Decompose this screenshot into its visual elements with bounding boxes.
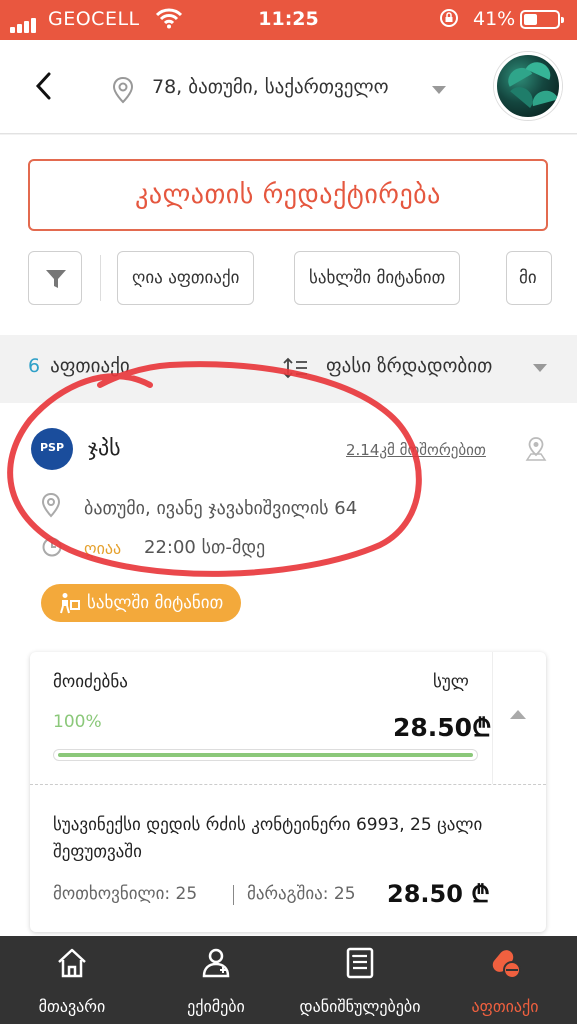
pharmacy-address: ბათუმი, ივანე ჯავახიშვილის 64	[84, 498, 358, 519]
availability-progress-fill	[58, 753, 473, 757]
edit-cart-button[interactable]: კალათის რედაქტირება	[28, 159, 548, 231]
location-pin-icon	[112, 76, 134, 108]
product-price: 28.50 ₾	[387, 880, 490, 908]
funnel-icon	[46, 270, 66, 288]
sort-bar: 6 აფთიაქი ფასი ზრდადობით	[0, 335, 577, 403]
product-name: სუავინექსი დედის რძის კონტეინერი 6993, 2…	[53, 815, 483, 862]
dashed-divider	[30, 784, 546, 785]
avatar[interactable]	[494, 52, 562, 120]
clock-icon	[41, 536, 63, 562]
location-selector[interactable]: 78, ბათუმი, საქართველო	[152, 76, 389, 98]
tab-home-label: მთავარი	[38, 997, 106, 1016]
prescription-icon	[343, 946, 377, 984]
location-dropdown-icon[interactable]	[432, 86, 446, 94]
rotation-lock-icon	[438, 7, 460, 34]
pharmacy-distance[interactable]: 2.14კმ მოშორებით	[346, 441, 486, 459]
filter-button[interactable]	[28, 251, 82, 305]
opening-hours: 22:00 სთ-მდე	[144, 537, 266, 558]
back-arrow-icon[interactable]	[30, 68, 56, 108]
pharmacy-logo: PSP	[31, 428, 73, 470]
bottom-tab-bar: მთავარი ექიმები დანიშნულებები აფთიაქი	[0, 936, 577, 1024]
doctor-icon	[199, 946, 233, 984]
battery-icon	[520, 10, 564, 29]
pharmacy-name: ჯპს	[88, 436, 121, 461]
requested-quantity: მოთხოვნილი: 25	[53, 884, 198, 904]
filter-divider	[100, 255, 101, 301]
filter-chip-more[interactable]: მი	[506, 251, 552, 305]
order-divider	[492, 652, 493, 784]
tab-prescriptions-label: დანიშნულებები	[299, 997, 421, 1016]
top-header: 78, ბათუმი, საქართველო	[0, 40, 577, 134]
battery-percent: 41%	[473, 8, 516, 30]
sort-icon[interactable]	[283, 357, 309, 383]
pharmacy-count-number: 6	[28, 355, 41, 377]
home-delivery-badge: სახლში მიტანით	[41, 584, 242, 622]
courier-icon	[60, 593, 80, 614]
order-total: 28.50₾	[393, 713, 492, 742]
tab-pharmacy-label: აფთიაქი	[471, 997, 539, 1016]
quantity-divider	[233, 885, 234, 905]
sort-dropdown-icon[interactable]	[533, 364, 547, 372]
home-icon	[55, 946, 89, 984]
availability-label: მოიძებნა	[53, 672, 128, 692]
cart-edit-section: კალათის რედაქტირება ღია აფთიაქი სახლში მ…	[0, 135, 577, 335]
collapse-chevron-icon[interactable]	[510, 710, 526, 719]
filter-chip-open-pharmacy[interactable]: ღია აფთიაქი	[117, 251, 255, 305]
tab-home[interactable]: მთავარი	[0, 936, 144, 1024]
stock-quantity: მარაგშია: 25	[247, 884, 356, 904]
home-delivery-label: სახლში მიტანით	[87, 593, 224, 613]
tab-pharmacy[interactable]: აფთიაქი	[433, 936, 577, 1024]
pharmacy-card[interactable]: PSP ჯპს 2.14კმ მოშორებით ბათუმი, ივანე ჯ…	[0, 403, 577, 936]
pharmacy-pills-icon	[488, 946, 522, 984]
total-label: სულ	[433, 672, 469, 692]
availability-progress	[53, 749, 478, 761]
sort-selector[interactable]: ფასი ზრდადობით	[326, 355, 492, 377]
pharmacy-count: 6 აფთიაქი	[28, 355, 130, 377]
open-status: ღიაა	[84, 539, 122, 558]
address-pin-icon	[41, 492, 61, 522]
tab-prescriptions[interactable]: დანიშნულებები	[288, 936, 432, 1024]
availability-percent: 100%	[53, 712, 102, 732]
status-bar: GEOCELL 11:25 41%	[0, 0, 577, 40]
order-summary: მოიძებნა სულ 100% 28.50₾ სუავინექსი დედი…	[30, 652, 546, 932]
tab-doctors-label: ექიმები	[187, 997, 245, 1016]
map-location-icon[interactable]	[524, 436, 548, 468]
tab-doctors[interactable]: ექიმები	[144, 936, 288, 1024]
filter-chip-home-delivery[interactable]: სახლში მიტანით	[294, 251, 461, 305]
pharmacy-count-label: აფთიაქი	[50, 355, 130, 377]
filter-chips: ღია აფთიაქი სახლში მიტანით მი	[28, 251, 577, 305]
